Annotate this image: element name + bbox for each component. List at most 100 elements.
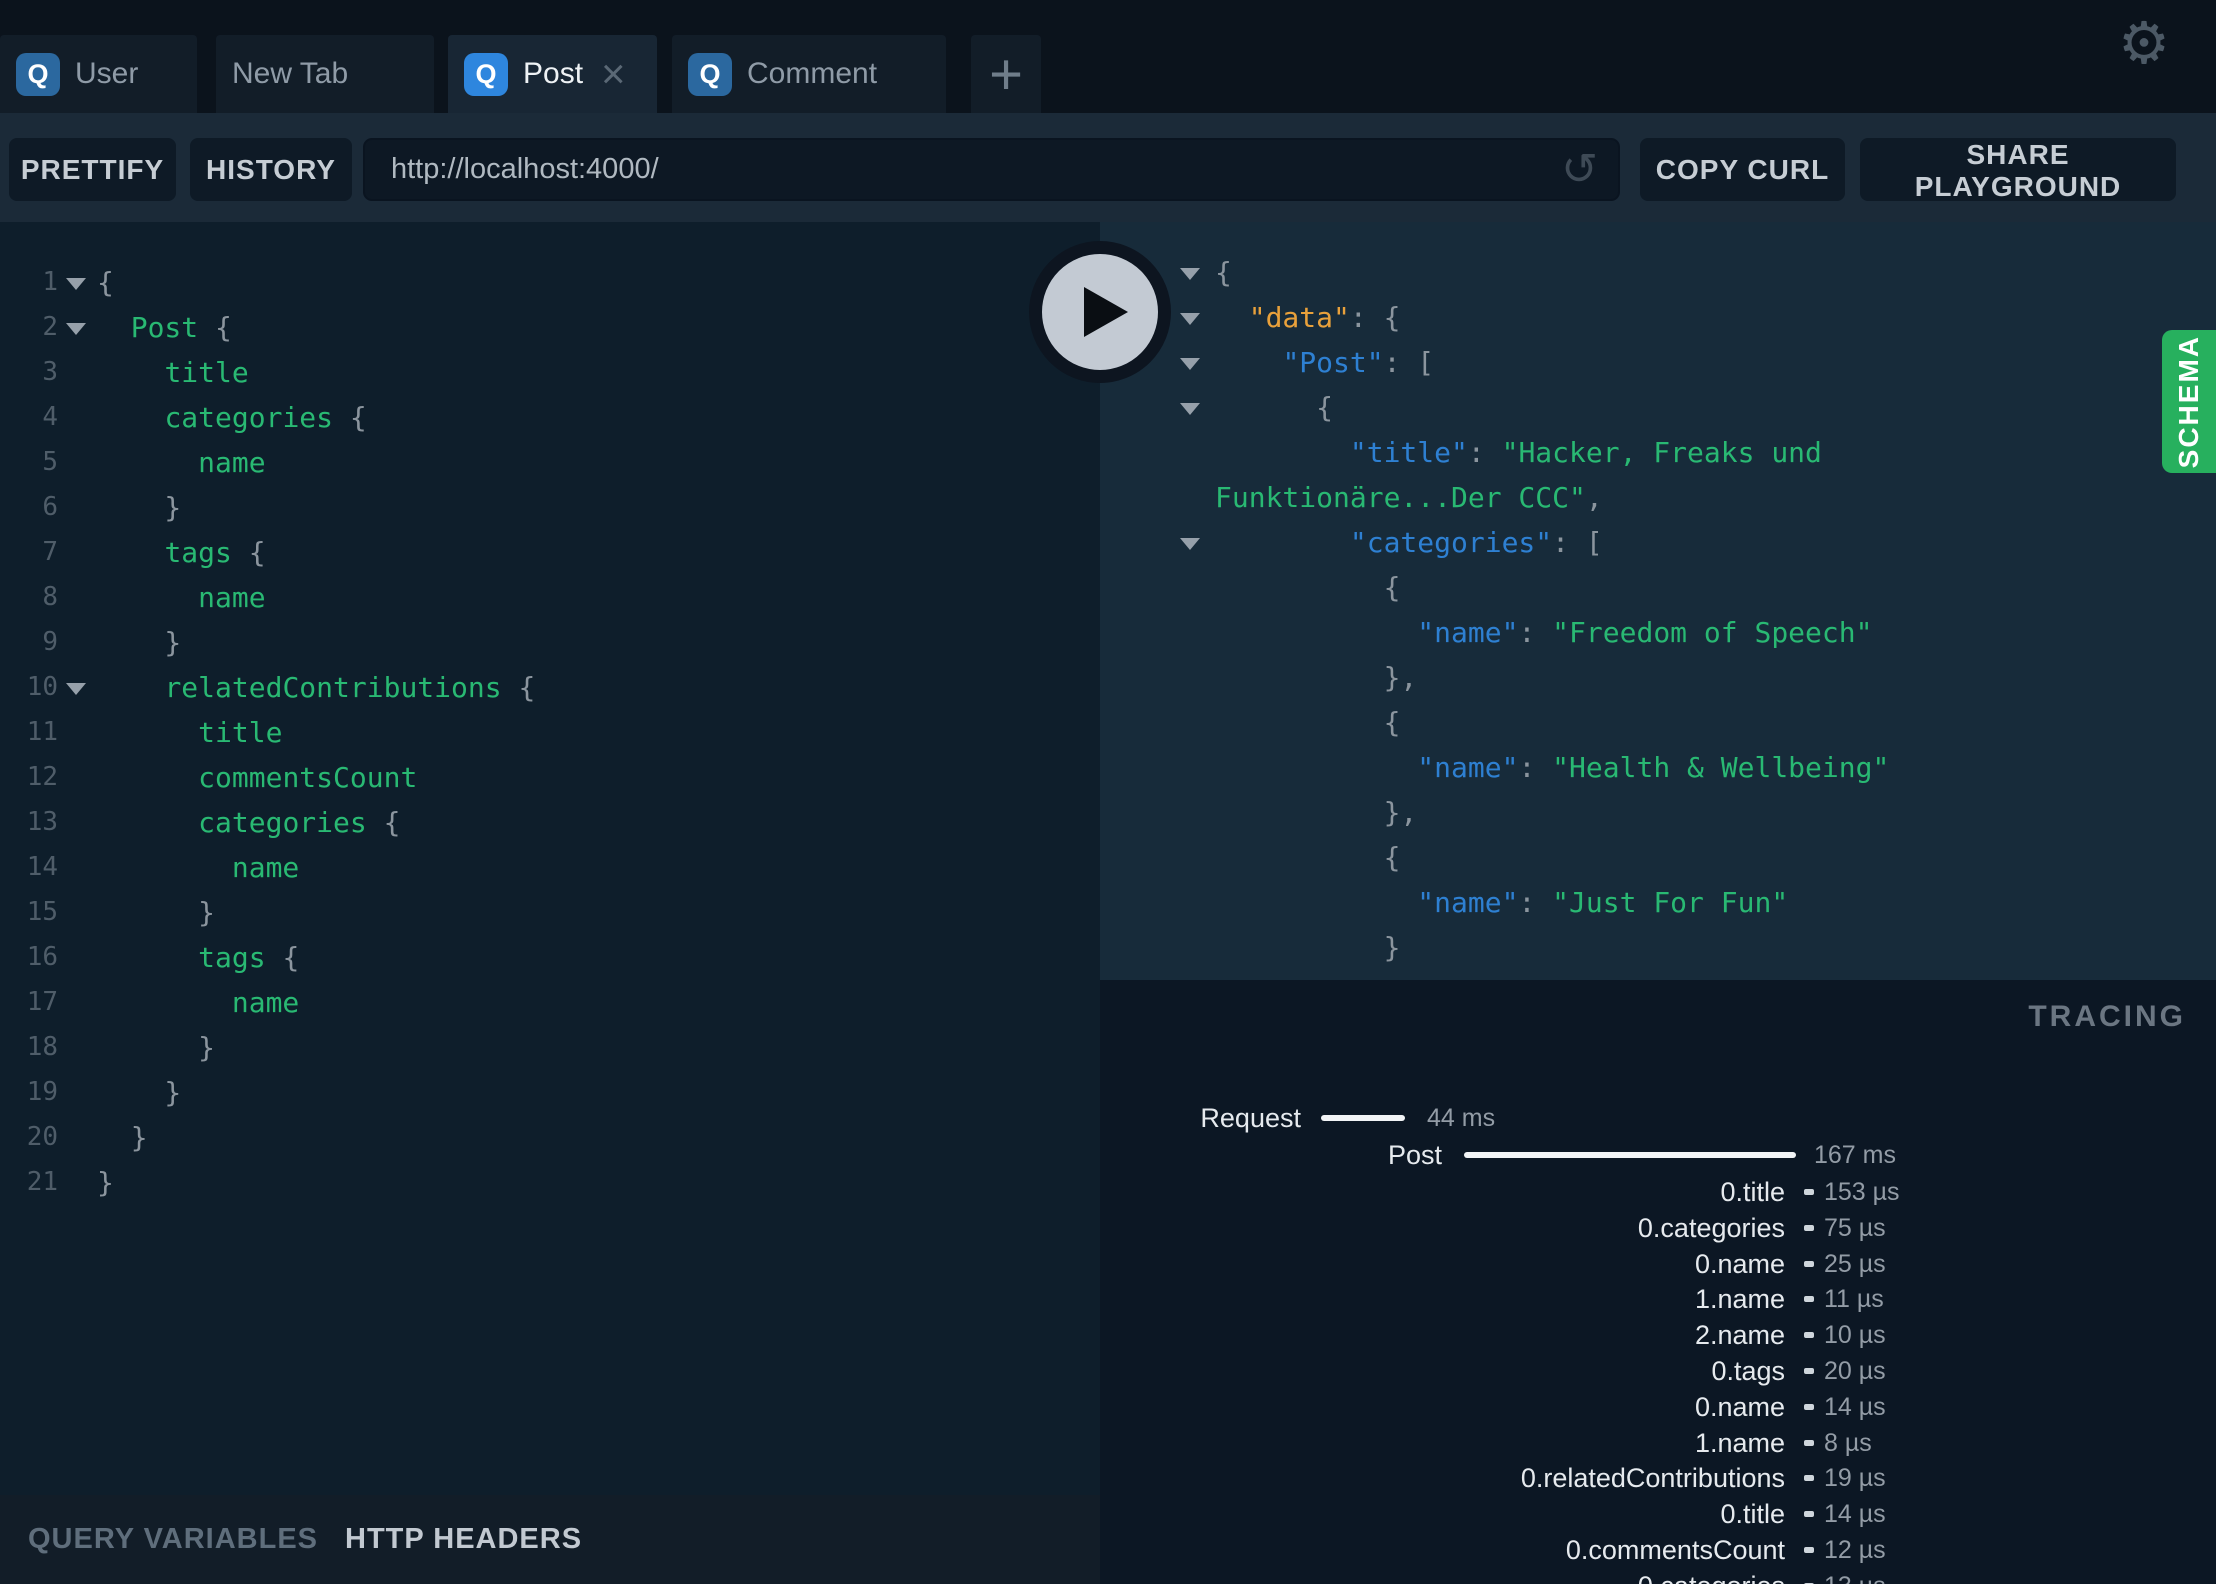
query-code-line[interactable]: 3 title bbox=[0, 350, 1100, 395]
fold-toggle-icon[interactable] bbox=[66, 278, 86, 290]
code-text: "name": "Freedom of Speech" bbox=[1417, 616, 1873, 649]
tracing-panel: Request 44 ms Post 167 ms 0.title 153 µs 0.cat… bbox=[1100, 980, 2216, 1584]
code-text: } bbox=[1215, 931, 1401, 964]
tab-user[interactable]: Q User bbox=[0, 35, 197, 113]
fold-toggle-icon[interactable] bbox=[1180, 358, 1200, 370]
response-code-line: "data": { bbox=[1100, 295, 2216, 340]
query-code-line[interactable]: 13 categories { bbox=[0, 800, 1100, 845]
trace-duration-value: 11 µs bbox=[1824, 1285, 1884, 1313]
graphql-playground-window: { "tabs": { "items": [ {"label": "User",… bbox=[0, 0, 2216, 1584]
query-code-line[interactable]: 10 relatedContributions { bbox=[0, 665, 1100, 710]
tab-post[interactable]: Q Post × bbox=[448, 35, 657, 113]
code-text: tags { bbox=[198, 941, 300, 974]
trace-duration-dash bbox=[1804, 1475, 1814, 1481]
query-code-line[interactable]: 5 name bbox=[0, 440, 1100, 485]
fold-toggle-icon[interactable] bbox=[66, 323, 86, 335]
trace-duration-value: 12 µs bbox=[1824, 1536, 1886, 1564]
code-text: commentsCount bbox=[198, 761, 418, 794]
tab-label: New Tab bbox=[232, 57, 349, 90]
schema-side-tab[interactable]: SCHEMA bbox=[2162, 330, 2216, 473]
query-code-line[interactable]: 1{ bbox=[0, 260, 1100, 305]
trace-duration-dash bbox=[1804, 1547, 1814, 1553]
response-pane: { "data": { "Post": [ { "title": "Hacker… bbox=[1100, 222, 2216, 980]
new-tab-button[interactable]: + bbox=[971, 35, 1041, 113]
query-code-line[interactable]: 15 } bbox=[0, 890, 1100, 935]
fold-toggle-icon[interactable] bbox=[66, 683, 86, 695]
query-variables-tab[interactable]: QUERY VARIABLES bbox=[28, 1523, 318, 1556]
trace-duration-value: 14 µs bbox=[1824, 1393, 1886, 1421]
code-text: "Post": [ bbox=[1282, 346, 1435, 379]
trace-duration-bar bbox=[1321, 1115, 1405, 1121]
reload-schema-icon[interactable]: ↺ bbox=[1561, 144, 1598, 195]
query-code-line[interactable]: 21} bbox=[0, 1160, 1100, 1205]
line-number: 3 bbox=[42, 357, 58, 387]
query-code-line[interactable]: 7 tags { bbox=[0, 530, 1100, 575]
trace-field-label: 0.categories bbox=[1637, 1213, 1785, 1243]
line-number: 9 bbox=[42, 627, 58, 657]
line-number: 5 bbox=[42, 447, 58, 477]
code-text: { bbox=[1215, 841, 1401, 874]
fold-toggle-icon[interactable] bbox=[1180, 538, 1200, 550]
trace-duration-dash bbox=[1804, 1225, 1814, 1231]
query-code-line[interactable]: 4 categories { bbox=[0, 395, 1100, 440]
tab-comment[interactable]: Q Comment bbox=[672, 35, 946, 113]
trace-field-label: 0.relatedContributions bbox=[1520, 1463, 1785, 1493]
close-tab-icon[interactable]: × bbox=[601, 53, 626, 95]
code-text: title bbox=[164, 356, 249, 389]
query-type-badge: Q bbox=[16, 52, 60, 96]
code-text: } bbox=[97, 1121, 148, 1154]
execute-query-button[interactable] bbox=[1029, 241, 1171, 383]
response-code-line: } bbox=[1100, 925, 2216, 970]
trace-row: 0.title 14 µs bbox=[1100, 1496, 2216, 1532]
query-code-line[interactable]: 6 } bbox=[0, 485, 1100, 530]
line-number: 18 bbox=[26, 1032, 58, 1062]
query-code-line[interactable]: 2 Post { bbox=[0, 305, 1100, 350]
line-number: 21 bbox=[26, 1167, 58, 1197]
query-code-line[interactable]: 18 } bbox=[0, 1025, 1100, 1070]
query-code-line[interactable]: 16 tags { bbox=[0, 935, 1100, 980]
response-code-line: { bbox=[1100, 565, 2216, 610]
share-playground-button[interactable]: SHARE PLAYGROUND bbox=[1860, 138, 2176, 202]
line-number: 2 bbox=[42, 312, 58, 342]
tab-label: Post bbox=[523, 57, 584, 90]
code-text: } bbox=[97, 626, 182, 659]
query-code-line[interactable]: 17 name bbox=[0, 980, 1100, 1025]
trace-duration-dash bbox=[1804, 1189, 1814, 1195]
response-code-line: "Post": [ bbox=[1100, 340, 2216, 385]
prettify-button[interactable]: PRETTIFY bbox=[9, 138, 176, 201]
query-code-line[interactable]: 11 title bbox=[0, 710, 1100, 755]
response-code-line: "name": "Health & Wellbeing" bbox=[1100, 745, 2216, 790]
line-number: 17 bbox=[26, 987, 58, 1017]
query-code-line[interactable]: 14 name bbox=[0, 845, 1100, 890]
trace-duration-value: 44 ms bbox=[1427, 1104, 1496, 1132]
http-headers-tab[interactable]: HTTP HEADERS bbox=[345, 1523, 582, 1556]
fold-toggle-icon[interactable] bbox=[1180, 313, 1200, 325]
query-code-line[interactable]: 9 } bbox=[0, 620, 1100, 665]
line-number: 15 bbox=[26, 897, 58, 927]
copy-curl-button[interactable]: COPY CURL bbox=[1640, 138, 1845, 201]
line-number: 8 bbox=[42, 582, 58, 612]
query-code-line[interactable]: 8 name bbox=[0, 575, 1100, 620]
history-button[interactable]: HISTORY bbox=[190, 138, 352, 201]
plus-icon: + bbox=[989, 41, 1023, 107]
fold-toggle-icon[interactable] bbox=[1180, 403, 1200, 415]
trace-duration-dash bbox=[1804, 1261, 1814, 1267]
trace-field-label: 0.name bbox=[1694, 1249, 1785, 1279]
trace-duration-value: 13 µs bbox=[1824, 1568, 1886, 1584]
query-type-badge: Q bbox=[464, 52, 508, 96]
code-text: { bbox=[1215, 706, 1401, 739]
query-code-line[interactable]: 19 } bbox=[0, 1070, 1100, 1115]
trace-row: 0.commentsCount 12 µs bbox=[1100, 1532, 2216, 1568]
endpoint-url-input[interactable]: http://localhost:4000/ ↺ bbox=[363, 138, 1620, 201]
trace-field-label: 0.tags bbox=[1711, 1356, 1785, 1386]
query-code-line[interactable]: 20 } bbox=[0, 1115, 1100, 1160]
settings-gear-icon[interactable]: ⚙ bbox=[2118, 14, 2170, 72]
fold-toggle-icon[interactable] bbox=[1180, 268, 1200, 280]
query-editor-pane[interactable]: 1{2 Post {3 title 4 categories {5 name 6 }… bbox=[0, 222, 1100, 1495]
bottom-bar: QUERY VARIABLES HTTP HEADERS bbox=[0, 1495, 1100, 1584]
code-text: } bbox=[97, 896, 216, 929]
line-number: 1 bbox=[42, 267, 58, 297]
query-code-line[interactable]: 12 commentsCount bbox=[0, 755, 1100, 800]
tab-new-tab[interactable]: New Tab bbox=[216, 35, 434, 113]
response-code-line: { bbox=[1100, 700, 2216, 745]
